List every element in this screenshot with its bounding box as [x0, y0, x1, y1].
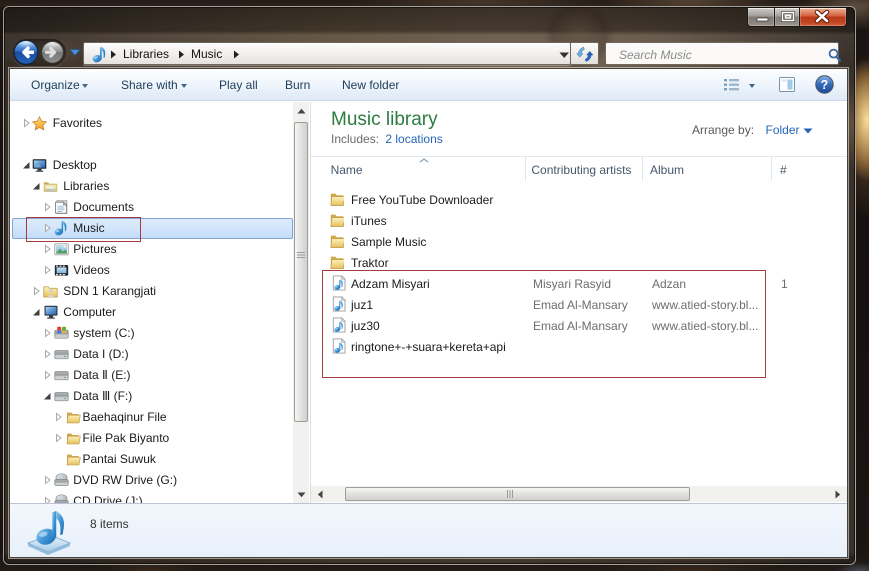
svg-text:?: ? — [821, 78, 829, 92]
